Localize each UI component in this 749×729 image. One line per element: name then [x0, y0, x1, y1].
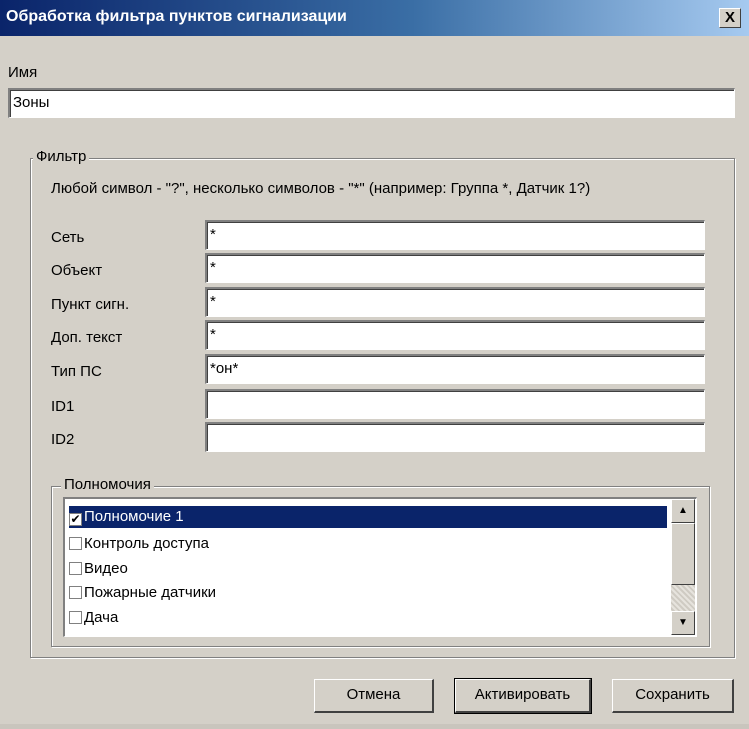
permission-item-4[interactable]: Пожарные датчики — [69, 582, 216, 604]
dialog-title: Обработка фильтра пунктов сигнализации — [6, 8, 347, 25]
extra-text-input[interactable]: * — [205, 320, 705, 350]
permission-label: Дача — [84, 609, 119, 626]
field-label-type: Тип ПС — [51, 363, 102, 380]
list-scrollbar[interactable]: ▲ ▼ — [671, 499, 695, 635]
scroll-down-icon[interactable]: ▼ — [671, 611, 695, 635]
checkbox-icon[interactable] — [69, 537, 82, 550]
permission-label: Пожарные датчики — [84, 584, 217, 601]
title-bar: Обработка фильтра пунктов сигнализации X — [0, 0, 749, 36]
activate-button[interactable]: Активировать — [454, 678, 592, 714]
window-bottom-edge — [0, 724, 749, 729]
permission-label: Видео — [84, 560, 128, 577]
cancel-button[interactable]: Отмена — [314, 679, 434, 713]
permissions-legend: Полномочия — [61, 476, 154, 493]
permission-label: Контроль доступа — [84, 535, 209, 552]
name-input[interactable]: Зоны — [8, 88, 735, 118]
permission-item-2[interactable]: Контроль доступа — [69, 533, 209, 555]
scroll-up-icon[interactable]: ▲ — [671, 499, 695, 523]
checkbox-icon[interactable] — [69, 611, 82, 624]
name-label: Имя — [8, 64, 38, 81]
checkbox-icon[interactable] — [69, 586, 82, 599]
checkbox-icon[interactable] — [69, 562, 82, 575]
field-label-extra-text: Доп. текст — [51, 329, 123, 346]
permission-item-5[interactable]: Дача — [69, 607, 118, 629]
save-button[interactable]: Сохранить — [612, 679, 734, 713]
id1-input[interactable] — [205, 389, 705, 419]
field-label-object: Объект — [51, 262, 103, 279]
permission-item-1[interactable]: ✔ Полномочие 1 — [69, 506, 667, 528]
filter-legend: Фильтр — [33, 148, 90, 165]
object-input[interactable]: * — [205, 253, 705, 283]
id2-input[interactable] — [205, 422, 705, 452]
scroll-thumb[interactable] — [671, 523, 695, 585]
field-label-id2: ID2 — [51, 431, 75, 448]
alarm-point-input[interactable]: * — [205, 287, 705, 317]
permission-item-3[interactable]: Видео — [69, 558, 128, 580]
filter-hint: Любой символ - "?", несколько символов -… — [51, 180, 591, 197]
field-label-alarm-point: Пункт сигн. — [51, 296, 130, 313]
permission-label: Полномочие 1 — [84, 508, 184, 525]
close-icon: X — [725, 9, 736, 26]
field-label-network: Сеть — [51, 229, 85, 246]
network-input[interactable]: * — [205, 220, 705, 250]
permissions-listbox[interactable]: ✔ Полномочие 1 Контроль доступа Видео Пож… — [63, 497, 697, 637]
field-label-id1: ID1 — [51, 398, 75, 415]
checkbox-checked-icon[interactable]: ✔ — [69, 513, 82, 526]
type-input[interactable]: *он* — [205, 354, 705, 384]
close-button[interactable]: X — [719, 8, 741, 28]
